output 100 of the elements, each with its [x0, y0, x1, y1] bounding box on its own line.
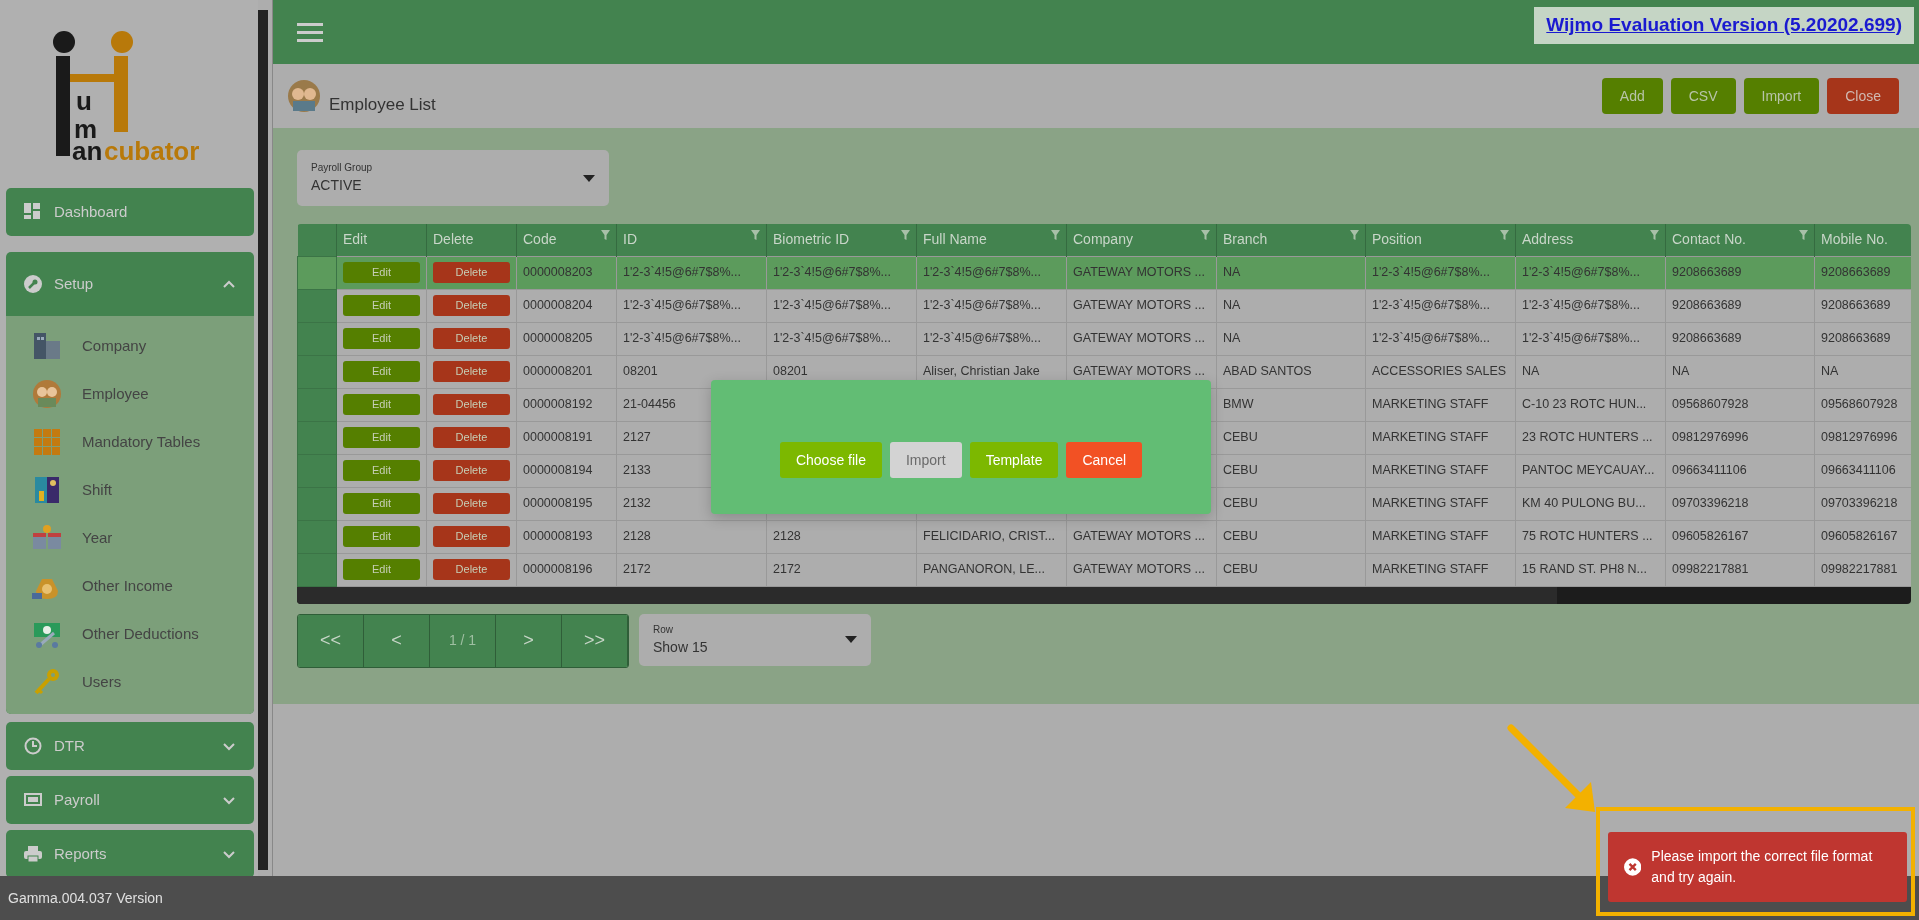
- column-header[interactable]: Edit: [336, 224, 427, 256]
- table-row[interactable]: Edit Delete 0000008196 2172 2172 PANGANORON, LE... GATEWAY MOTORS ... CEBU MARKETING STAFF 15 RAND ST. PH8 N... 09982217881 09982217881: [297, 553, 1911, 586]
- dropdown-field[interactable]: Payroll Group ACTIVE: [297, 150, 609, 206]
- menu-icon[interactable]: [297, 22, 323, 42]
- column-header[interactable]: Delete: [426, 224, 517, 256]
- table-row[interactable]: Edit Delete 0000008205 1'2-3`4!5@6#7$8%... 1'2-3`4!5@6#7$8%... 1'2-3`4!5@6#7$8%... GATEWAY MOTORS ... NA 1'2-3`4!5@6#7$8%... 1'2-3`4!5@6#7$8%... 9208663689 9208663689: [297, 322, 1911, 355]
- nav-item[interactable]: Year: [6, 514, 254, 562]
- action-button[interactable]: CSV: [1670, 78, 1736, 114]
- row-header[interactable]: [297, 421, 337, 454]
- pager-button[interactable]: <<: [298, 614, 364, 667]
- pager-button[interactable]: >>: [562, 614, 628, 667]
- row-header[interactable]: [297, 322, 337, 355]
- nav-item-label[interactable]: Employee: [82, 382, 149, 406]
- nav-item-label[interactable]: Year: [82, 526, 113, 550]
- filter-icon[interactable]: [601, 230, 610, 240]
- row-header[interactable]: [297, 520, 337, 553]
- filter-icon[interactable]: [1799, 230, 1808, 240]
- column-header[interactable]: Contact No.: [1665, 224, 1815, 256]
- chevron-up-icon[interactable]: [222, 278, 236, 290]
- nav-item[interactable]: Other Deductions: [6, 610, 254, 658]
- nav-group-label[interactable]: Setup: [54, 272, 210, 296]
- chevron-down-icon[interactable]: [222, 794, 236, 806]
- nav-group-header[interactable]: Setup: [6, 252, 254, 316]
- nav-item[interactable]: Company: [6, 322, 254, 370]
- row-header[interactable]: [297, 553, 337, 586]
- action-button[interactable]: Close: [1827, 78, 1899, 114]
- edit-button[interactable]: Edit: [343, 262, 420, 283]
- nav-item-label[interactable]: Shift: [82, 478, 112, 502]
- edit-button[interactable]: Edit: [343, 427, 420, 448]
- delete-button[interactable]: Delete: [433, 493, 510, 514]
- edit-button[interactable]: Edit: [343, 526, 420, 547]
- edit-button[interactable]: Edit: [343, 460, 420, 481]
- filter-icon[interactable]: [1201, 230, 1210, 240]
- nav-item[interactable]: Users: [6, 658, 254, 706]
- filter-icon[interactable]: [1051, 230, 1060, 240]
- nav-item-label[interactable]: Users: [82, 670, 122, 694]
- evaluation-link[interactable]: Wijmo Evaluation Version (5.20202.699): [1534, 7, 1914, 44]
- row-header[interactable]: [297, 289, 337, 322]
- chevron-down-icon[interactable]: [222, 740, 236, 752]
- column-header[interactable]: Company: [1066, 224, 1217, 256]
- filter-icon[interactable]: [1500, 230, 1509, 240]
- table-row[interactable]: Edit Delete 0000008193 2128 2128 FELICIDARIO, CRIST... GATEWAY MOTORS ... CEBU MARKETING STAFF 75 ROTC HUNTERS ... 09605826167 09605826167: [297, 520, 1911, 553]
- pager-button[interactable]: >: [496, 614, 562, 667]
- column-header[interactable]: Position: [1365, 224, 1516, 256]
- chevron-down-icon[interactable]: [222, 848, 236, 860]
- nav-item-label[interactable]: Other Deductions: [82, 622, 199, 646]
- table-row[interactable]: Edit Delete 0000008203 1'2-3`4!5@6#7$8%... 1'2-3`4!5@6#7$8%... 1'2-3`4!5@6#7$8%... GATEWAY MOTORS ... NA 1'2-3`4!5@6#7$8%... 1'2-3`4!5@6#7$8%... 9208663689 9208663689: [297, 256, 1911, 289]
- nav-group-header[interactable]: Payroll: [6, 776, 254, 824]
- filter-icon[interactable]: [1350, 230, 1359, 240]
- delete-button[interactable]: Delete: [433, 295, 510, 316]
- nav-item-label[interactable]: Mandatory Tables: [82, 430, 201, 454]
- nav-group-header[interactable]: Dashboard: [6, 188, 254, 236]
- delete-button[interactable]: Delete: [433, 361, 510, 382]
- nav-item[interactable]: Shift: [6, 466, 254, 514]
- filter-icon[interactable]: [1650, 230, 1659, 240]
- caret-down-icon[interactable]: [845, 636, 857, 643]
- column-header[interactable]: Full Name: [916, 224, 1067, 256]
- nav-item-label[interactable]: Other Income: [82, 574, 173, 598]
- row-header[interactable]: [297, 454, 337, 487]
- dropdown-field[interactable]: Row Show 15: [639, 613, 871, 666]
- column-header[interactable]: Address: [1515, 224, 1666, 256]
- delete-button[interactable]: Delete: [433, 328, 510, 349]
- column-header[interactable]: Code: [516, 224, 617, 256]
- delete-button[interactable]: Delete: [433, 394, 510, 415]
- column-header[interactable]: Mobile No.: [1814, 224, 1911, 256]
- edit-button[interactable]: Edit: [343, 328, 420, 349]
- row-header[interactable]: [297, 388, 337, 421]
- dialog-button[interactable]: Template: [969, 442, 1059, 478]
- nav-item[interactable]: Mandatory Tables: [6, 418, 254, 466]
- action-button[interactable]: Import: [1743, 78, 1820, 114]
- table-row[interactable]: Edit Delete 0000008201 08201 08201 Aliser, Christian Jake GATEWAY MOTORS ... ABAD SANTOS ACCESSORIES SALES NA NA NA: [297, 355, 1911, 388]
- edit-button[interactable]: Edit: [343, 394, 420, 415]
- table-row[interactable]: Edit Delete 0000008204 1'2-3`4!5@6#7$8%... 1'2-3`4!5@6#7$8%... 1'2-3`4!5@6#7$8%... GATEWAY MOTORS ... NA 1'2-3`4!5@6#7$8%... 1'2-3`4!5@6#7$8%... 9208663689 9208663689: [297, 289, 1911, 322]
- filter-icon[interactable]: [901, 230, 910, 240]
- delete-button[interactable]: Delete: [433, 262, 510, 283]
- action-button[interactable]: Add: [1601, 78, 1663, 114]
- nav-item[interactable]: Employee: [6, 370, 254, 418]
- delete-button[interactable]: Delete: [433, 460, 510, 481]
- nav-group-header[interactable]: Reports: [6, 830, 254, 876]
- column-header[interactable]: Branch: [1216, 224, 1366, 256]
- caret-down-icon[interactable]: [583, 174, 595, 182]
- filter-icon[interactable]: [751, 230, 760, 240]
- delete-button[interactable]: Delete: [433, 526, 510, 547]
- edit-button[interactable]: Edit: [343, 295, 420, 316]
- nav-item[interactable]: Other Income: [6, 562, 254, 610]
- nav-item-label[interactable]: Company: [82, 334, 147, 358]
- scrollbar[interactable]: [258, 10, 268, 870]
- dialog-button[interactable]: Choose file: [779, 442, 882, 478]
- row-header[interactable]: [297, 256, 337, 289]
- column-header[interactable]: Biometric ID: [766, 224, 917, 256]
- dialog-button[interactable]: Cancel: [1066, 442, 1143, 478]
- row-header[interactable]: [297, 487, 337, 520]
- delete-button[interactable]: Delete: [433, 427, 510, 448]
- nav-group-header[interactable]: DTR: [6, 722, 254, 770]
- column-header[interactable]: ID: [616, 224, 767, 256]
- pager-button[interactable]: <: [364, 614, 430, 667]
- edit-button[interactable]: Edit: [343, 493, 420, 514]
- edit-button[interactable]: Edit: [343, 559, 420, 580]
- delete-button[interactable]: Delete: [433, 559, 510, 580]
- edit-button[interactable]: Edit: [343, 361, 420, 382]
